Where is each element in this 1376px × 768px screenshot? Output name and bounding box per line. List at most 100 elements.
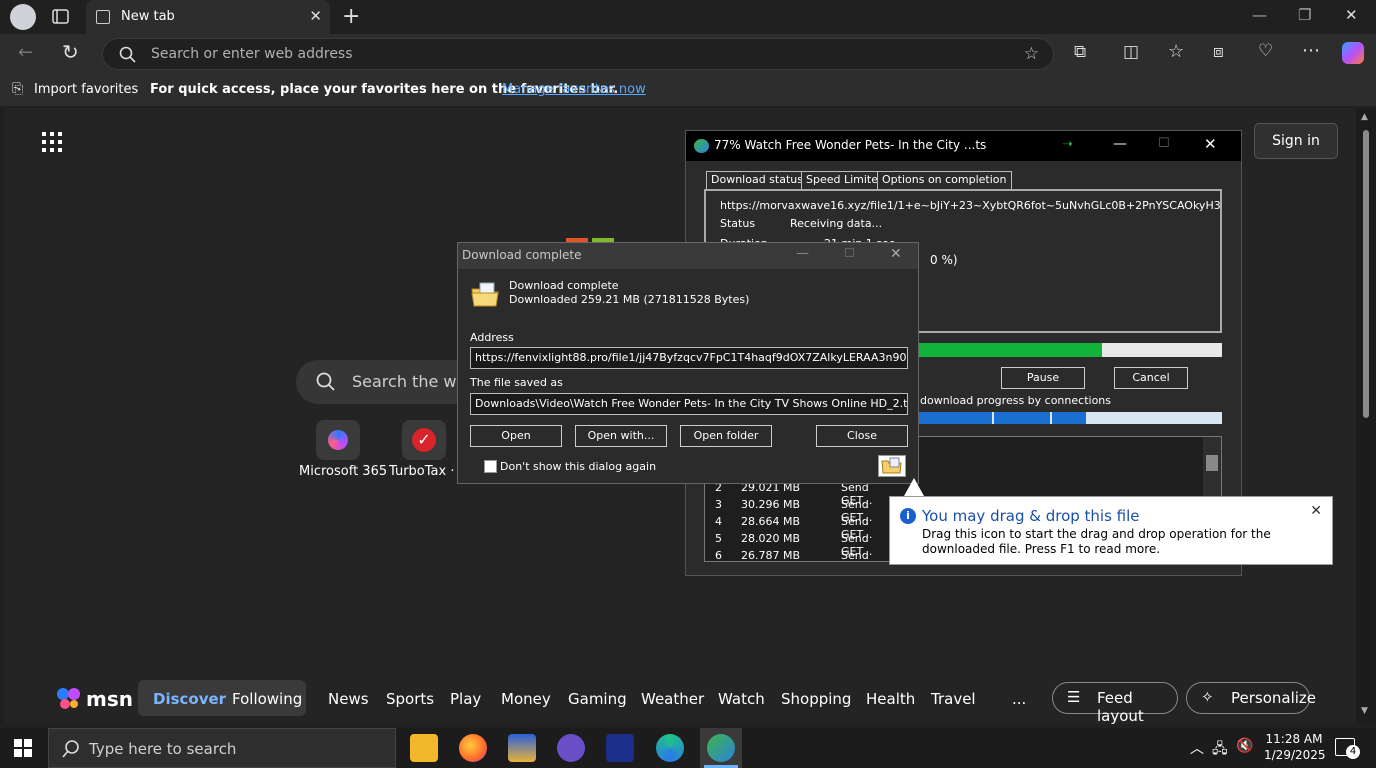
tab-news[interactable]: News <box>328 690 369 708</box>
taskbar-search-box[interactable]: Type here to search <box>48 728 396 768</box>
volume-muted-icon[interactable]: 🔇 <box>1236 738 1253 754</box>
personalize-button[interactable]: ✧ Personalize <box>1186 682 1316 714</box>
connection-size: 30.296 MB <box>741 498 801 511</box>
turbotax-tile[interactable]: ✓ <box>402 420 446 460</box>
connection-size: 28.020 MB <box>741 532 801 545</box>
scroll-thumb[interactable] <box>1363 130 1369 418</box>
open-folder-button[interactable]: Open folder <box>680 425 772 447</box>
idm-taskbar-active[interactable] <box>700 728 742 768</box>
microsoft-365-label: Microsoft 365 <box>299 464 388 479</box>
more-tabs-button[interactable]: ... <box>1012 690 1026 708</box>
microsoft-365-tile[interactable] <box>316 420 360 460</box>
back-icon[interactable]: ← <box>18 42 33 63</box>
scroll-up-icon[interactable]: ▲ <box>1361 112 1368 122</box>
connection-divider <box>1050 412 1052 424</box>
idm-title-bar[interactable]: 77% Watch Free Wonder Pets- In the City … <box>686 131 1241 161</box>
drag-drop-file-icon[interactable] <box>878 455 906 477</box>
tab-travel[interactable]: Travel <box>931 690 976 708</box>
tooltip-pointer <box>904 478 924 496</box>
taskbar-clock[interactable]: 11:28 AM 1/29/2025 <box>1264 731 1326 763</box>
address-field[interactable]: https://fenvixlight88.pro/file1/jj47Byfz… <box>470 347 908 369</box>
app-icon-purple[interactable] <box>557 734 585 762</box>
dont-show-label: Don't show this dialog again <box>500 460 657 473</box>
tab-weather[interactable]: Weather <box>641 690 704 708</box>
taskbar-search-placeholder: Type here to search <box>89 740 237 758</box>
idm-close-icon[interactable]: ✕ <box>1204 135 1217 153</box>
tab-following[interactable]: Following <box>232 690 302 708</box>
close-button[interactable]: Close <box>816 425 908 447</box>
idm-maximize-icon[interactable]: ☐ <box>1158 136 1170 151</box>
tab-new-tab[interactable]: New tab ✕ <box>86 0 330 34</box>
dialog-maximize-icon[interactable]: ☐ <box>844 246 855 260</box>
idm-title: 77% Watch Free Wonder Pets- In the City … <box>714 138 987 152</box>
tab-health[interactable]: Health <box>866 690 915 708</box>
msn-logo[interactable]: msn <box>86 687 133 711</box>
tab-close-icon[interactable]: ✕ <box>309 7 322 25</box>
tab-bar: New tab ✕ + — ❐ ✕ <box>0 0 1376 34</box>
tab-play[interactable]: Play <box>450 690 481 708</box>
tab-options-on-completion[interactable]: Options on completion <box>877 171 1012 190</box>
idm-minimize-icon[interactable]: — <box>1113 136 1127 152</box>
saved-as-field[interactable]: Downloads\Video\Watch Free Wonder Pets- … <box>470 393 908 415</box>
tooltip-close-icon[interactable]: ✕ <box>1310 503 1322 519</box>
file-explorer-icon[interactable] <box>410 734 438 762</box>
windows-start-icon[interactable] <box>14 739 32 757</box>
dialog-minimize-icon[interactable]: — <box>796 246 809 261</box>
download-complete-dialog: Download complete — ☐ ✕ Download complet… <box>457 242 919 484</box>
tab-sports[interactable]: Sports <box>386 690 434 708</box>
tab-download-status[interactable]: Download status <box>706 171 808 191</box>
refresh-icon[interactable]: ↻ <box>62 40 79 64</box>
split-screen-icon[interactable]: ◫ <box>1123 42 1139 62</box>
address-placeholder: Search or enter web address <box>151 46 353 62</box>
apps-grid-icon[interactable] <box>42 132 64 154</box>
collections-icon[interactable]: ⧈ <box>1213 42 1224 62</box>
browser-essentials-icon[interactable]: ♡ <box>1258 41 1273 61</box>
tab-title: New tab <box>121 9 175 24</box>
sign-in-button[interactable]: Sign in <box>1254 123 1338 159</box>
drag-drop-tooltip: i You may drag & drop this file Drag thi… <box>889 496 1333 565</box>
app-icon-blue[interactable] <box>606 734 634 762</box>
firefox-icon[interactable] <box>459 734 487 762</box>
page-scrollbar[interactable]: ▲ ▼ <box>1356 108 1376 724</box>
pause-button[interactable]: Pause <box>1001 367 1085 389</box>
edge-icon[interactable] <box>656 734 684 762</box>
tab-shopping[interactable]: Shopping <box>781 690 851 708</box>
photo-app-icon[interactable] <box>508 734 536 762</box>
close-window-icon[interactable]: ✕ <box>1345 6 1358 24</box>
tooltip-title: You may drag & drop this file <box>922 507 1140 525</box>
open-with-button[interactable]: Open with... <box>575 425 667 447</box>
address-bar[interactable]: Search or enter web address ☆ <box>102 38 1054 70</box>
connections-scroll-thumb[interactable] <box>1206 455 1218 471</box>
restore-icon[interactable]: ❐ <box>1298 6 1311 24</box>
notifications-icon[interactable]: 4 <box>1335 738 1360 759</box>
profile-avatar[interactable] <box>10 4 36 30</box>
minimize-icon[interactable]: — <box>1252 6 1267 24</box>
tab-gaming[interactable]: Gaming <box>568 690 627 708</box>
new-tab-plus-icon[interactable]: + <box>342 4 360 29</box>
dialog-close-icon[interactable]: ✕ <box>890 246 902 262</box>
extensions-icon[interactable]: ⧉ <box>1074 42 1086 62</box>
tab-discover[interactable]: Discover <box>153 690 226 708</box>
clock-date: 1/29/2025 <box>1264 748 1326 762</box>
scroll-down-icon[interactable]: ▼ <box>1361 706 1368 716</box>
show-hidden-icons-chevron-icon[interactable]: ︿ <box>1190 738 1204 758</box>
favorites-icon[interactable]: ☆ <box>1168 41 1184 62</box>
cancel-button[interactable]: Cancel <box>1114 367 1188 389</box>
more-menu-icon[interactable]: ⋯ <box>1302 40 1320 61</box>
microsoft-365-icon <box>328 430 348 450</box>
clock-time: 11:28 AM <box>1265 732 1323 746</box>
tab-speed-limiter[interactable]: Speed Limiter <box>801 171 888 190</box>
feed-layout-button[interactable]: ☰ Feed layout <box>1052 682 1178 725</box>
copilot-icon[interactable] <box>1342 42 1364 64</box>
dont-show-checkbox[interactable] <box>484 460 497 473</box>
tab-actions-icon[interactable] <box>50 7 72 27</box>
open-button[interactable]: Open <box>470 425 562 447</box>
tab-watch[interactable]: Watch <box>718 690 765 708</box>
network-icon[interactable]: 🖧 <box>1212 738 1228 762</box>
manage-favorites-link[interactable]: Manage favorites now <box>502 82 646 97</box>
import-favorites-button[interactable]: Import favorites <box>34 82 138 97</box>
favorite-star-icon[interactable]: ☆ <box>1024 44 1039 64</box>
tab-money[interactable]: Money <box>501 690 551 708</box>
dialog-title-bar[interactable]: Download complete — ☐ ✕ <box>458 243 918 269</box>
dialog-heading: Download complete <box>509 279 619 292</box>
